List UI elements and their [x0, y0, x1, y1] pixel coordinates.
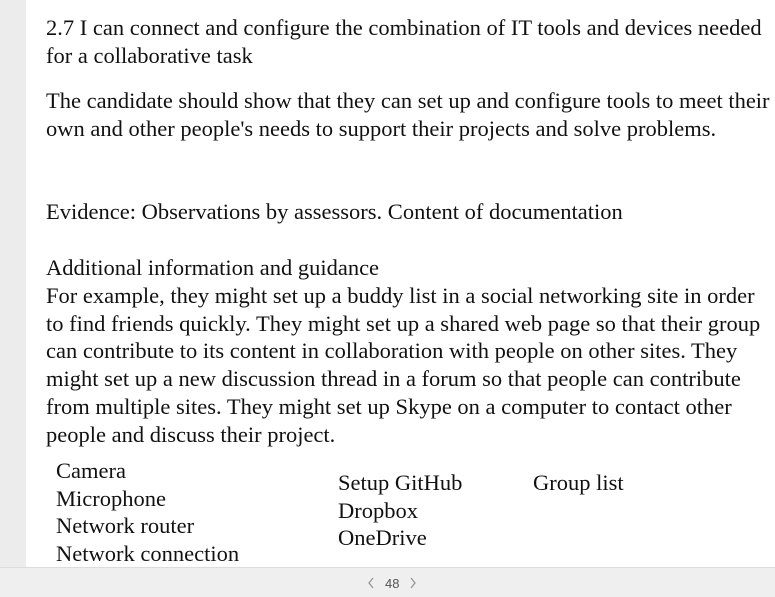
list-item: Network connection [56, 540, 240, 566]
list-item: Microphone [56, 485, 166, 511]
additional-guidance-title: Additional information and guidance [46, 255, 380, 280]
chevron-left-icon[interactable] [365, 575, 377, 591]
section-heading: 2.7 I can connect and configure the comb… [46, 15, 762, 68]
list-item: OneDrive [338, 525, 427, 551]
additional-guidance: Additional information and guidance For … [46, 254, 775, 449]
viewer-footer: 48 [0, 567, 775, 597]
page-navigator: 48 [365, 574, 419, 592]
evidence-line: Evidence: Observations by assessors. Con… [46, 199, 623, 224]
list-item: Camera [56, 458, 126, 483]
document-page: 2.7 I can connect and configure the comb… [26, 0, 775, 567]
candidate-description: The candidate should show that they can … [46, 88, 770, 141]
list-item: Group list [533, 470, 624, 495]
list-item: Dropbox [338, 497, 418, 523]
chevron-right-icon[interactable] [407, 575, 419, 591]
additional-guidance-body: For example, they might set up a buddy l… [46, 282, 761, 447]
list-item: Setup GitHub [338, 470, 463, 495]
devices-list: Camera Microphone Network router Network… [56, 457, 239, 567]
list-item: Network router [56, 513, 195, 539]
group-list: Group list [533, 469, 624, 497]
services-list: Setup GitHub Dropbox OneDrive [338, 469, 462, 552]
page-number: 48 [385, 575, 400, 591]
